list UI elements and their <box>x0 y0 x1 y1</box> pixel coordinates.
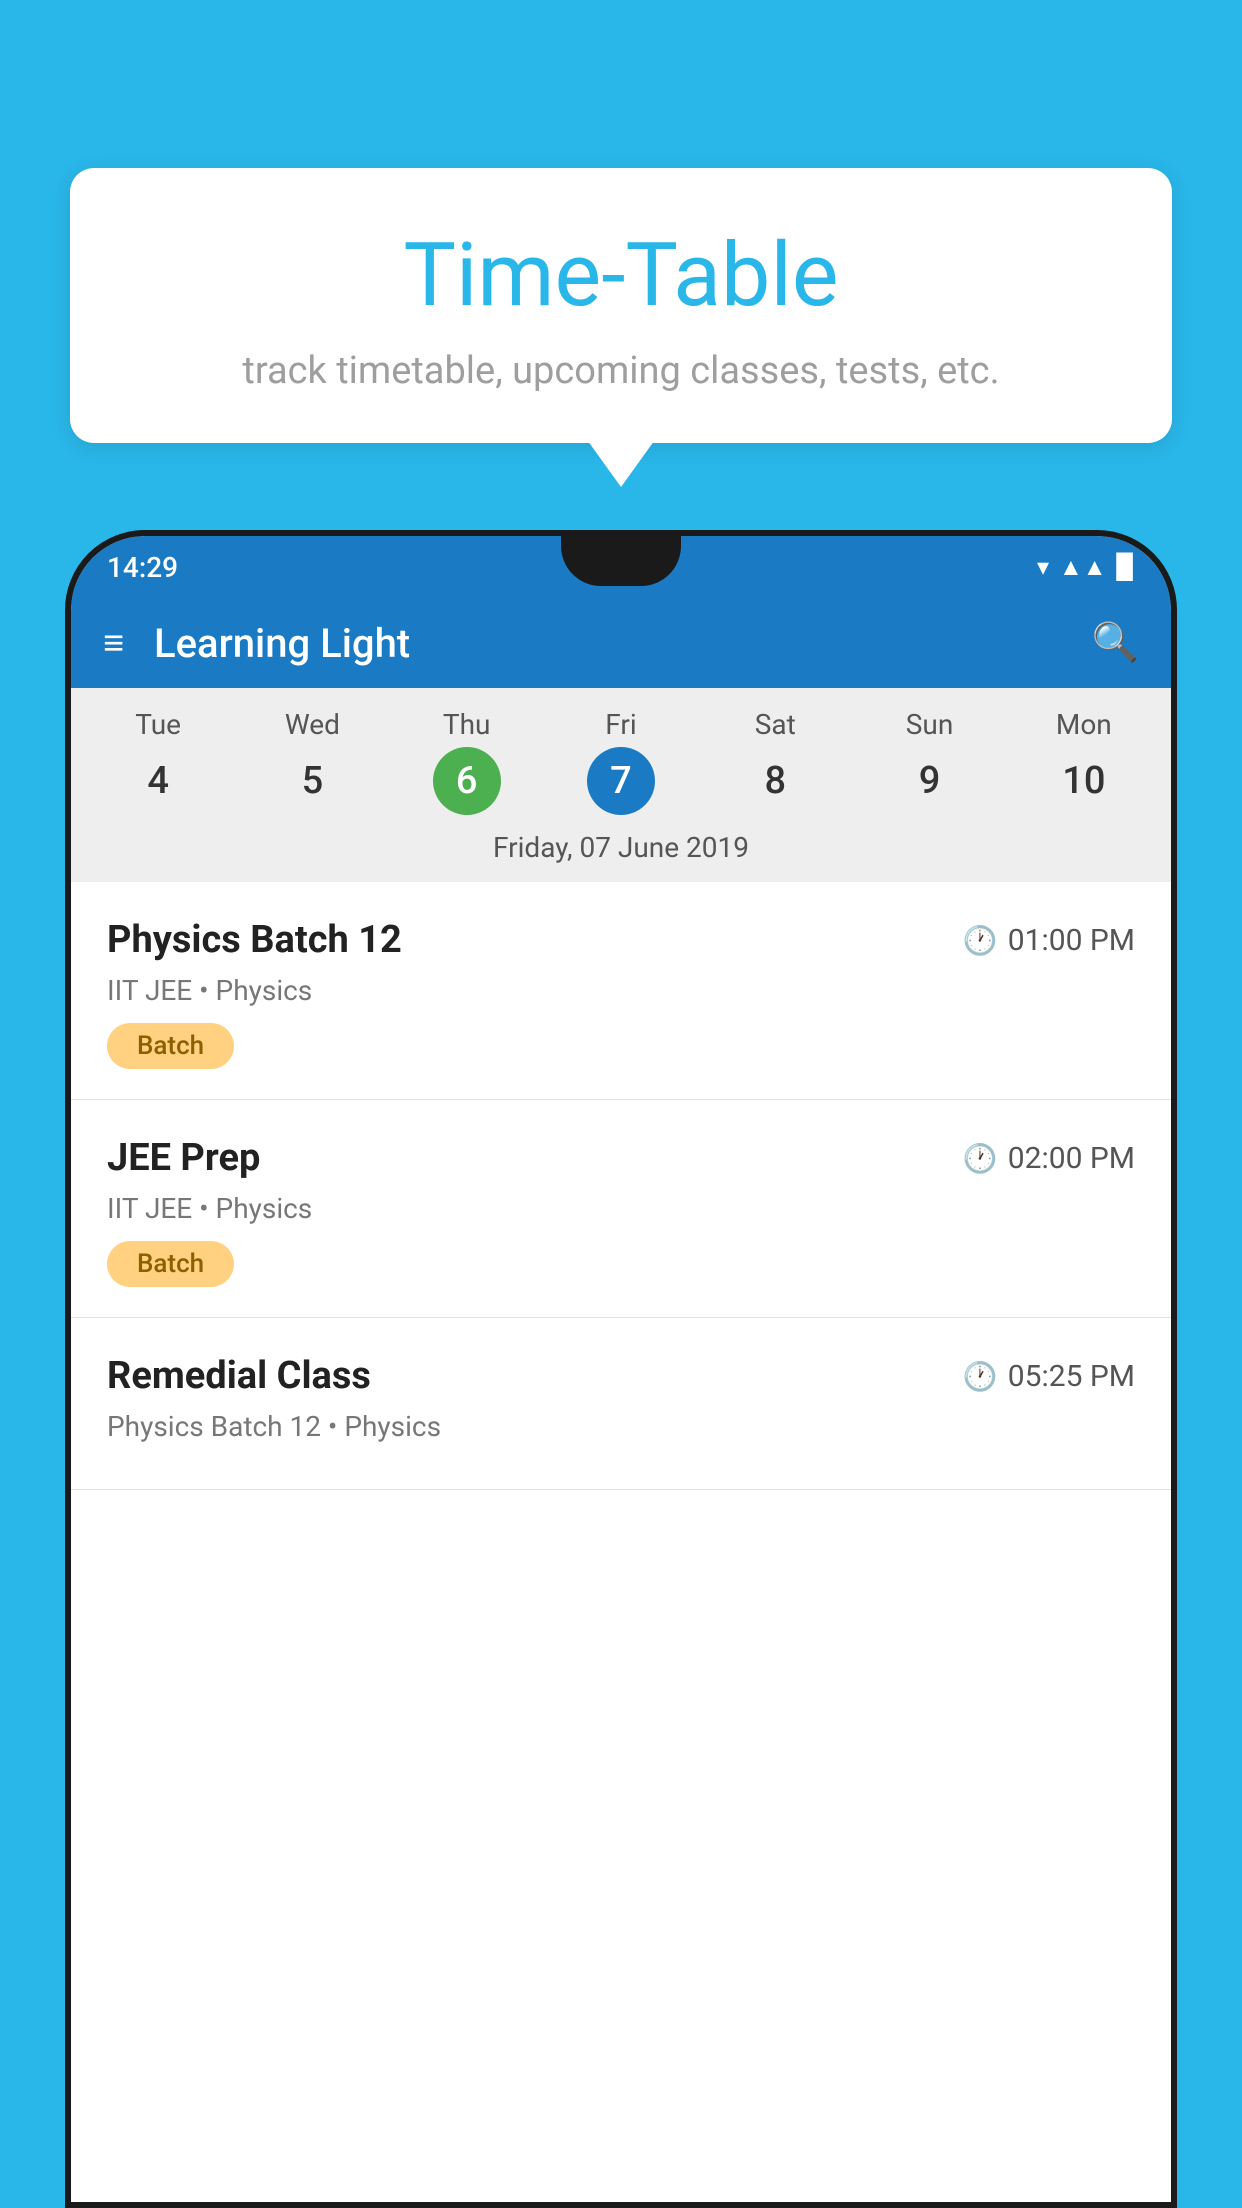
power-button <box>1171 876 1177 956</box>
day-10[interactable]: 10 <box>1007 751 1161 811</box>
event-time-2: 🕐 02:00 PM <box>963 1141 1135 1176</box>
event-name-1: Physics Batch 12 <box>107 918 402 962</box>
notch <box>561 536 681 586</box>
day-numbers: 4 5 6 7 8 9 10 <box>71 751 1171 821</box>
wifi-icon: ▾ <box>1037 553 1049 581</box>
selected-date-label: Friday, 07 June 2019 <box>71 821 1171 882</box>
clock-icon-3: 🕐 <box>963 1360 998 1393</box>
signal-icon: ▲▲ <box>1059 553 1107 582</box>
event-time-3: 🕐 05:25 PM <box>963 1359 1135 1394</box>
event-item-1[interactable]: Physics Batch 12 🕐 01:00 PM IIT JEE • Ph… <box>71 882 1171 1100</box>
batch-tag-2: Batch <box>107 1241 234 1287</box>
event-time-value-3: 05:25 PM <box>1008 1359 1135 1394</box>
day-label-tue: Tue <box>81 708 235 751</box>
hamburger-menu-icon[interactable]: ≡ <box>103 622 124 664</box>
batch-tag-1: Batch <box>107 1023 234 1069</box>
app-bar: ≡ Learning Light 🔍 <box>71 598 1171 688</box>
event-meta-3: Physics Batch 12 • Physics <box>107 1410 1135 1443</box>
search-icon[interactable]: 🔍 <box>1092 621 1139 665</box>
clock-icon-1: 🕐 <box>963 924 998 957</box>
event-meta-1: IIT JEE • Physics <box>107 974 1135 1007</box>
phone-frame: 14:29 ▾ ▲▲ ▉ ≡ Learning Light 🔍 Tue Wed … <box>65 530 1177 2208</box>
status-bar: 14:29 ▾ ▲▲ ▉ <box>71 536 1171 598</box>
event-header-2: JEE Prep 🕐 02:00 PM <box>107 1136 1135 1180</box>
event-time-value-2: 02:00 PM <box>1008 1141 1135 1176</box>
day-label-thu: Thu <box>390 708 544 751</box>
day-7-selected[interactable]: 7 <box>544 751 698 811</box>
events-list: Physics Batch 12 🕐 01:00 PM IIT JEE • Ph… <box>71 882 1171 1490</box>
bubble-subtitle: track timetable, upcoming classes, tests… <box>130 349 1112 393</box>
event-item-2[interactable]: JEE Prep 🕐 02:00 PM IIT JEE • Physics Ba… <box>71 1100 1171 1318</box>
day-9[interactable]: 9 <box>852 751 1006 811</box>
day-4[interactable]: 4 <box>81 751 235 811</box>
event-header-1: Physics Batch 12 🕐 01:00 PM <box>107 918 1135 962</box>
day-6-today[interactable]: 6 <box>390 751 544 811</box>
status-icons: ▾ ▲▲ ▉ <box>1037 553 1135 582</box>
event-time-value-1: 01:00 PM <box>1008 923 1135 958</box>
event-time-1: 🕐 01:00 PM <box>963 923 1135 958</box>
event-item-3[interactable]: Remedial Class 🕐 05:25 PM Physics Batch … <box>71 1318 1171 1490</box>
day-5[interactable]: 5 <box>235 751 389 811</box>
day-label-wed: Wed <box>235 708 389 751</box>
clock-icon-2: 🕐 <box>963 1142 998 1175</box>
bubble-title: Time-Table <box>130 228 1112 325</box>
phone-screen: 14:29 ▾ ▲▲ ▉ ≡ Learning Light 🔍 Tue Wed … <box>71 536 1171 2202</box>
day-label-sun: Sun <box>852 708 1006 751</box>
status-time: 14:29 <box>107 551 178 584</box>
event-name-3: Remedial Class <box>107 1354 371 1398</box>
battery-icon: ▉ <box>1117 553 1135 581</box>
event-meta-2: IIT JEE • Physics <box>107 1192 1135 1225</box>
day-headers: Tue Wed Thu Fri Sat Sun Mon <box>71 708 1171 751</box>
day-8[interactable]: 8 <box>698 751 852 811</box>
speech-bubble: Time-Table track timetable, upcoming cla… <box>70 168 1172 443</box>
event-name-2: JEE Prep <box>107 1136 260 1180</box>
day-label-fri: Fri <box>544 708 698 751</box>
app-title: Learning Light <box>154 620 1092 667</box>
calendar-strip: Tue Wed Thu Fri Sat Sun Mon 4 5 6 7 <box>71 688 1171 882</box>
day-label-sat: Sat <box>698 708 852 751</box>
day-label-mon: Mon <box>1007 708 1161 751</box>
event-header-3: Remedial Class 🕐 05:25 PM <box>107 1354 1135 1398</box>
